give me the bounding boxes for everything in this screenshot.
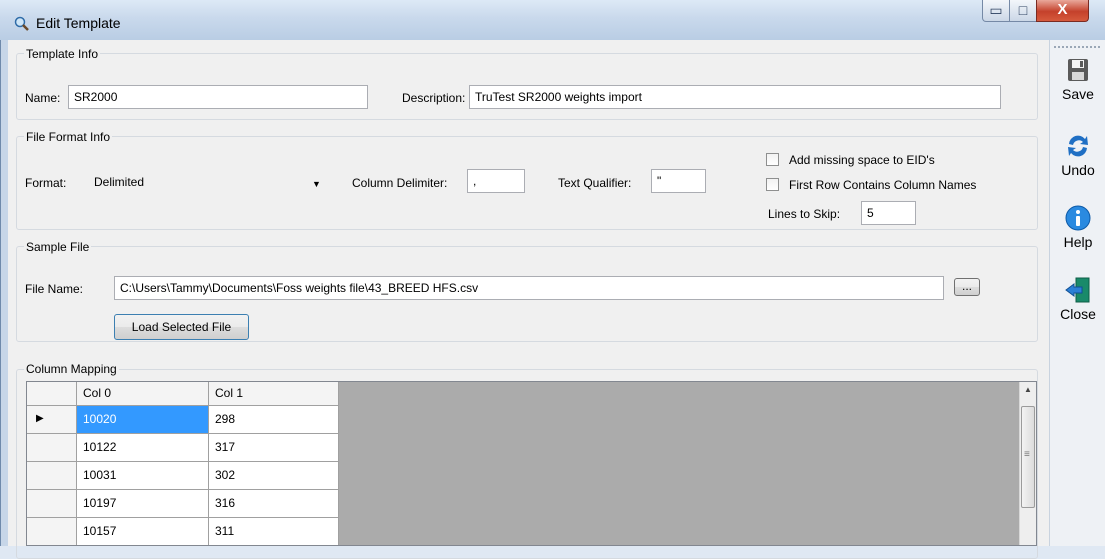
minimize-icon: ▭ [989,2,1003,18]
column-delimiter-label: Column Delimiter: [352,176,448,190]
load-selected-file-button[interactable]: Load Selected File [114,314,249,340]
window-title: Edit Template [36,15,121,31]
row-header[interactable]: ▶ [27,406,77,434]
name-label: Name: [25,91,61,105]
close-window-button[interactable]: X [1036,0,1089,22]
first-row-names-label: First Row Contains Column Names [789,178,977,192]
column-header-0[interactable]: Col 0 [77,382,209,406]
row-header[interactable] [27,518,77,545]
column-mapping-title: Column Mapping [24,362,119,376]
grid-corner-header [27,382,77,406]
column-delimiter-input[interactable]: , [467,169,525,193]
first-row-names-checkbox[interactable] [766,178,779,191]
maximize-icon: □ [1018,2,1028,18]
floppy-disk-icon [1068,59,1088,81]
table-cell[interactable]: 316 [209,490,339,518]
toolbar-grip[interactable] [1054,46,1100,48]
row-header[interactable] [27,462,77,490]
table-cell[interactable]: 10197 [77,490,209,518]
text-qualifier-input[interactable]: " [651,169,706,193]
save-label: Save [1062,86,1094,102]
help-label: Help [1063,234,1093,250]
table-cell[interactable]: 302 [209,462,339,490]
format-select[interactable]: Delimited [88,170,330,194]
table-cell[interactable]: 10031 [77,462,209,490]
file-name-input[interactable]: C:\Users\Tammy\Documents\Foss weights fi… [114,276,944,300]
description-label: Description: [402,91,466,105]
minimize-button[interactable]: ▭ [982,0,1010,22]
table-cell[interactable]: 10122 [77,434,209,462]
row-header[interactable] [27,490,77,518]
file-format-title: File Format Info [24,130,113,144]
column-header-1[interactable]: Col 1 [209,382,339,406]
format-select-value: Delimited [94,175,145,189]
sample-file-title: Sample File [24,240,92,254]
table-cell[interactable]: 10020 [77,406,209,434]
lines-to-skip-input[interactable]: 5 [861,201,916,225]
scroll-grip-icon: ≡ [1024,449,1030,460]
row-header[interactable] [27,434,77,462]
current-row-indicator-icon: ▶ [36,413,44,424]
table-cell[interactable]: 10157 [77,518,209,545]
description-input[interactable]: TruTest SR2000 weights import [469,85,1001,109]
help-button[interactable]: Help [1050,204,1105,250]
template-info-title: Template Info [24,47,101,61]
right-toolbar: Save Undo Help Close [1049,40,1105,546]
lines-to-skip-label: Lines to Skip: [768,207,841,221]
scroll-up-icon[interactable]: ▲ [1024,385,1032,394]
table-cell[interactable]: 317 [209,434,339,462]
undo-label: Undo [1061,162,1095,178]
close-label: Close [1060,306,1096,322]
add-missing-space-label: Add missing space to EID's [789,153,935,167]
chevron-down-icon: ▼ [312,179,321,189]
template-app-icon [14,16,29,31]
exit-door-icon [1065,277,1090,303]
undo-button[interactable]: Undo [1050,132,1105,178]
grid-vertical-scrollbar[interactable]: ▲ ≡ [1019,382,1036,545]
table-cell[interactable]: 298 [209,406,339,434]
browse-button[interactable]: ... [954,278,980,296]
name-input[interactable]: SR2000 [68,85,368,109]
title-bar: Edit Template ▭ □ X [0,0,1105,40]
close-button[interactable]: Close [1050,276,1105,322]
save-button[interactable]: Save [1050,56,1105,102]
column-mapping-grid[interactable]: Col 0 Col 1 ▶ 10020 298 10122 317 10031 … [26,381,1037,546]
add-missing-space-checkbox[interactable] [766,153,779,166]
undo-arrows-icon [1068,135,1088,157]
info-icon [1065,205,1091,231]
format-label: Format: [25,176,67,190]
scrollbar-thumb[interactable]: ≡ [1021,406,1035,508]
text-qualifier-label: Text Qualifier: [558,176,632,190]
close-icon: X [1057,1,1068,18]
window-frame-left [0,40,8,546]
maximize-button[interactable]: □ [1009,0,1037,22]
table-cell[interactable]: 311 [209,518,339,545]
file-name-label: File Name: [25,282,84,296]
